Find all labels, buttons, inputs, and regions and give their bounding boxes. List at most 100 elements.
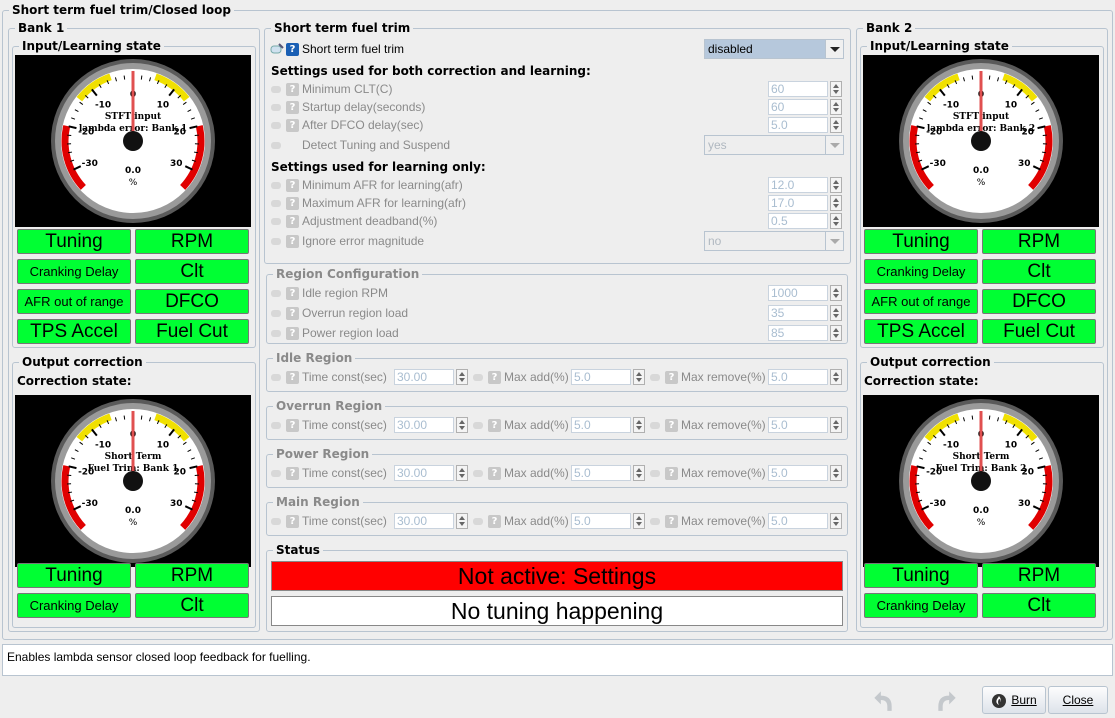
help-icon[interactable]: ?: [286, 370, 299, 384]
help-icon[interactable]: ?: [665, 418, 678, 432]
tuning-toggle-icon[interactable]: [270, 287, 284, 299]
chevron-down-icon[interactable]: [825, 40, 843, 58]
help-icon[interactable]: ?: [286, 196, 299, 210]
help-icon[interactable]: ?: [488, 514, 501, 528]
detect-tuning-select[interactable]: yes: [704, 135, 844, 155]
help-icon[interactable]: ?: [286, 514, 299, 528]
ignore-error-select[interactable]: no: [704, 231, 844, 251]
max-add-field[interactable]: 5.0: [571, 513, 631, 529]
time-const-spinner[interactable]: [456, 417, 468, 433]
help-icon[interactable]: ?: [488, 418, 501, 432]
tuning-toggle-icon[interactable]: [270, 101, 284, 113]
burn-button[interactable]: Burn: [982, 686, 1046, 714]
max-add-spinner[interactable]: [633, 465, 645, 481]
tuning-toggle-icon[interactable]: [649, 371, 663, 383]
help-icon[interactable]: ?: [286, 82, 299, 96]
tuning-toggle-icon[interactable]: [472, 419, 486, 431]
stft-enable-select[interactable]: disabled: [704, 39, 844, 59]
time-const-spinner[interactable]: [456, 513, 468, 529]
max-add-spinner[interactable]: [633, 417, 645, 433]
setting-value-field[interactable]: 85: [768, 325, 828, 341]
help-icon[interactable]: ?: [286, 118, 299, 132]
setting-value-field[interactable]: 12.0: [768, 177, 828, 193]
tuning-toggle-icon[interactable]: [649, 419, 663, 431]
chevron-down-icon[interactable]: [825, 232, 843, 250]
setting-value-field[interactable]: 60: [768, 99, 828, 115]
tuning-toggle-icon[interactable]: [649, 515, 663, 527]
setting-spinner[interactable]: [830, 117, 842, 133]
tuning-toggle-icon[interactable]: [472, 371, 486, 383]
max-remove-spinner[interactable]: [830, 465, 842, 481]
help-icon[interactable]: ?: [286, 286, 299, 300]
time-const-field[interactable]: 30.00: [394, 417, 454, 433]
max-add-field[interactable]: 5.0: [571, 369, 631, 385]
tuning-toggle-icon[interactable]: [270, 327, 284, 339]
setting-spinner[interactable]: [830, 285, 842, 301]
tuning-toggle-icon[interactable]: [649, 467, 663, 479]
setting-spinner[interactable]: [830, 325, 842, 341]
tuning-toggle-icon[interactable]: [270, 419, 284, 431]
tuning-toggle-icon[interactable]: [270, 235, 284, 247]
help-icon[interactable]: ?: [286, 466, 299, 480]
time-const-label: Time const(sec): [302, 514, 387, 528]
help-icon[interactable]: ?: [286, 214, 299, 228]
tuning-toggle-icon[interactable]: [270, 139, 284, 151]
help-icon[interactable]: ?: [665, 514, 678, 528]
chevron-down-icon[interactable]: [825, 136, 843, 154]
help-icon[interactable]: ?: [286, 42, 299, 56]
max-remove-field[interactable]: 5.0: [768, 465, 828, 481]
tuning-toggle-icon[interactable]: [270, 179, 284, 191]
help-icon[interactable]: ?: [488, 370, 501, 384]
help-icon[interactable]: ?: [286, 418, 299, 432]
tuning-toggle-icon[interactable]: [270, 43, 284, 55]
tuning-toggle-icon[interactable]: [270, 197, 284, 209]
setting-value-field[interactable]: 1000: [768, 285, 828, 301]
setting-value-field[interactable]: 0.5: [768, 213, 828, 229]
time-const-field[interactable]: 30.00: [394, 465, 454, 481]
max-remove-spinner[interactable]: [830, 417, 842, 433]
time-const-spinner[interactable]: [456, 465, 468, 481]
tuning-toggle-icon[interactable]: [472, 515, 486, 527]
tuning-toggle-icon[interactable]: [270, 83, 284, 95]
tuning-toggle-icon[interactable]: [472, 467, 486, 479]
max-remove-field[interactable]: 5.0: [768, 513, 828, 529]
setting-spinner[interactable]: [830, 213, 842, 229]
setting-spinner[interactable]: [830, 99, 842, 115]
close-button[interactable]: Close: [1048, 686, 1108, 714]
help-icon[interactable]: ?: [488, 466, 501, 480]
setting-value-field[interactable]: 17.0: [768, 195, 828, 211]
redo-icon[interactable]: [934, 687, 960, 713]
max-add-spinner[interactable]: [633, 513, 645, 529]
max-remove-field[interactable]: 5.0: [768, 417, 828, 433]
max-add-field[interactable]: 5.0: [571, 465, 631, 481]
time-const-field[interactable]: 30.00: [394, 369, 454, 385]
tuning-toggle-icon[interactable]: [270, 515, 284, 527]
max-remove-spinner[interactable]: [830, 369, 842, 385]
help-icon[interactable]: ?: [665, 466, 678, 480]
tuning-toggle-icon[interactable]: [270, 307, 284, 319]
setting-value-field[interactable]: 35: [768, 305, 828, 321]
help-icon[interactable]: ?: [665, 370, 678, 384]
setting-value-field[interactable]: 5.0: [768, 117, 828, 133]
max-add-spinner[interactable]: [633, 369, 645, 385]
time-const-spinner[interactable]: [456, 369, 468, 385]
setting-spinner[interactable]: [830, 81, 842, 97]
help-icon[interactable]: ?: [286, 178, 299, 192]
max-remove-spinner[interactable]: [830, 513, 842, 529]
undo-icon[interactable]: [870, 687, 896, 713]
setting-spinner[interactable]: [830, 195, 842, 211]
time-const-field[interactable]: 30.00: [394, 513, 454, 529]
help-icon[interactable]: ?: [286, 100, 299, 114]
tuning-toggle-icon[interactable]: [270, 215, 284, 227]
max-add-field[interactable]: 5.0: [571, 417, 631, 433]
max-remove-field[interactable]: 5.0: [768, 369, 828, 385]
tuning-toggle-icon[interactable]: [270, 119, 284, 131]
tuning-toggle-icon[interactable]: [270, 467, 284, 479]
help-icon[interactable]: ?: [286, 306, 299, 320]
setting-spinner[interactable]: [830, 305, 842, 321]
help-icon[interactable]: ?: [286, 326, 299, 340]
setting-value-field[interactable]: 60: [768, 81, 828, 97]
help-icon[interactable]: ?: [286, 234, 299, 248]
setting-spinner[interactable]: [830, 177, 842, 193]
tuning-toggle-icon[interactable]: [270, 371, 284, 383]
